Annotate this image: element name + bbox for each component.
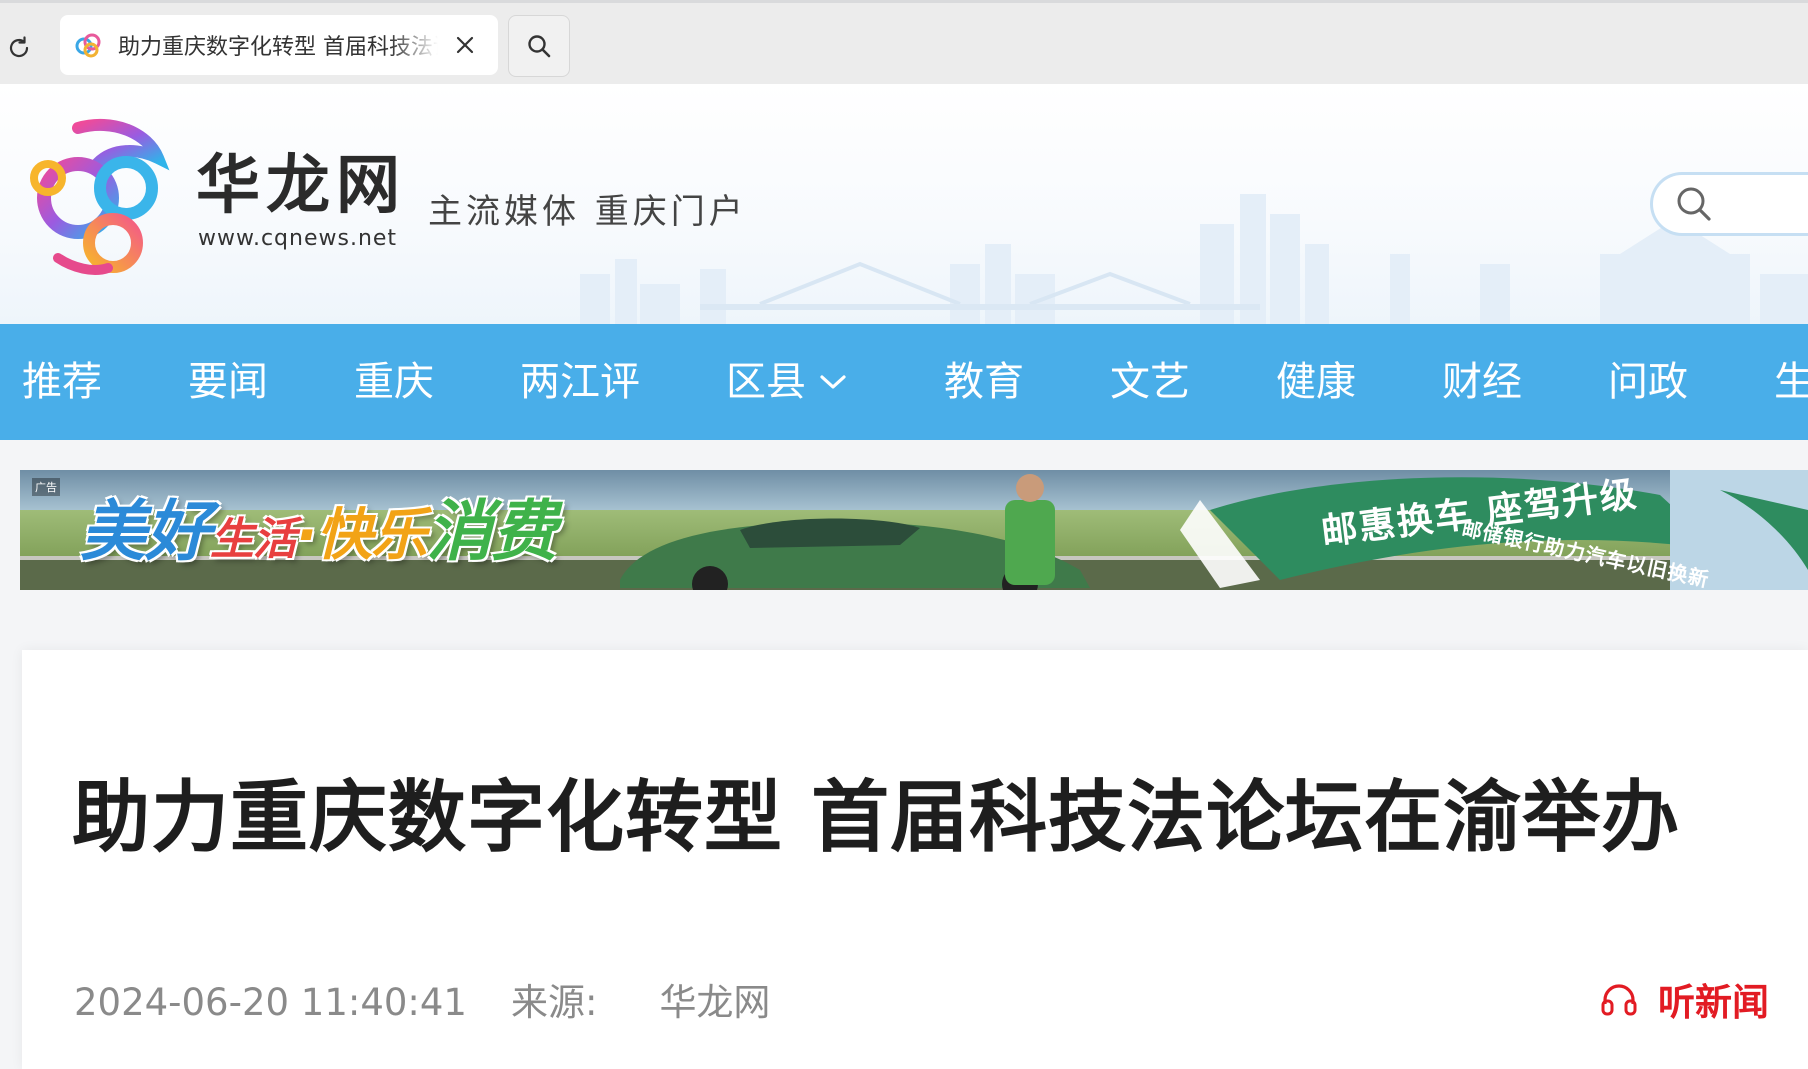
listen-news-label: 听新闻 [1658, 981, 1769, 1024]
ad-slogan: 美好生活·快乐消费 [80, 478, 557, 574]
ad-slogan-part: 消费 [426, 493, 557, 570]
nav-item-chongqing[interactable]: 重庆 [354, 324, 434, 440]
nav-item-education[interactable]: 教育 [944, 324, 1024, 440]
headphones-icon [1601, 984, 1637, 1016]
ad-banner[interactable]: 广告 美好生活·快乐消费 邮惠换车 座驾升级 邮储银行助力汽车以旧换新 [20, 470, 1808, 590]
article-source: 来源: 华龙网 [511, 981, 814, 1024]
browser-tab[interactable]: 助力重庆数字化转型 首届科技法论坛在渝举办 [60, 15, 498, 75]
site-favicon-icon [75, 33, 101, 58]
site-logo-name[interactable]: 华龙网 [196, 154, 406, 218]
nav-item-liangjiang-commentary[interactable]: 两江评 [520, 324, 640, 440]
tab-close-button[interactable] [450, 30, 480, 60]
hualong-logo-icon [30, 118, 170, 275]
browser-bar: 助力重庆数字化转型 首届科技法论坛在渝举办 [0, 0, 1808, 84]
site-slogan: 主流媒体 重庆门户 [428, 192, 747, 232]
nav-item-arts[interactable]: 文艺 [1110, 324, 1190, 440]
tab-search-button[interactable] [508, 15, 570, 77]
ad-slogan-part: 生活 [210, 514, 297, 565]
article-source-value: 华龙网 [659, 981, 771, 1024]
nav-item-districts-label: 区县 [726, 359, 806, 405]
search-icon [1677, 187, 1711, 221]
article-datetime: 2024-06-20 11:40:41 [74, 981, 467, 1024]
article-source-label: 来源: [510, 981, 598, 1024]
close-icon [456, 36, 474, 54]
ad-slogan-part: ·快乐 [296, 503, 427, 568]
reload-icon [9, 36, 29, 58]
ad-tag: 广告 [32, 478, 60, 496]
article-card: 助力重庆数字化转型 首届科技法论坛在渝举办 2024-06-20 11:40:4… [22, 650, 1808, 1069]
article-title: 助力重庆数字化转型 首届科技法论坛在渝举办 [72, 773, 1681, 863]
search-icon [528, 35, 551, 58]
nav-item-health[interactable]: 健康 [1276, 324, 1356, 440]
tab-title: 助力重庆数字化转型 首届科技法论坛在渝举办 [118, 35, 438, 60]
site-search-input[interactable] [1650, 172, 1808, 236]
nav-item-districts[interactable]: 区县 [726, 324, 848, 440]
nav-item-recommend[interactable]: 推荐 [22, 324, 102, 440]
nav-item-life[interactable]: 生 [1774, 324, 1808, 440]
listen-news-button[interactable]: 听新闻 [1600, 972, 1769, 1026]
article-meta: 2024-06-20 11:40:41 来源: 华龙网 [74, 972, 858, 1026]
ad-slogan-part: 美好 [80, 493, 211, 570]
nav-item-inquiry[interactable]: 问政 [1608, 324, 1688, 440]
site-header: 华龙网 www.cqnews.net 主流媒体 重庆门户 [0, 84, 1808, 324]
site-logo-url: www.cqnews.net [198, 226, 398, 251]
nav-item-finance[interactable]: 财经 [1442, 324, 1522, 440]
nav-item-headlines[interactable]: 要闻 [188, 324, 268, 440]
reload-button[interactable] [2, 31, 36, 65]
main-nav: 推荐 要闻 重庆 两江评 区县 教育 文艺 健康 财经 问政 生 [0, 324, 1808, 440]
chevron-down-icon [820, 375, 846, 389]
